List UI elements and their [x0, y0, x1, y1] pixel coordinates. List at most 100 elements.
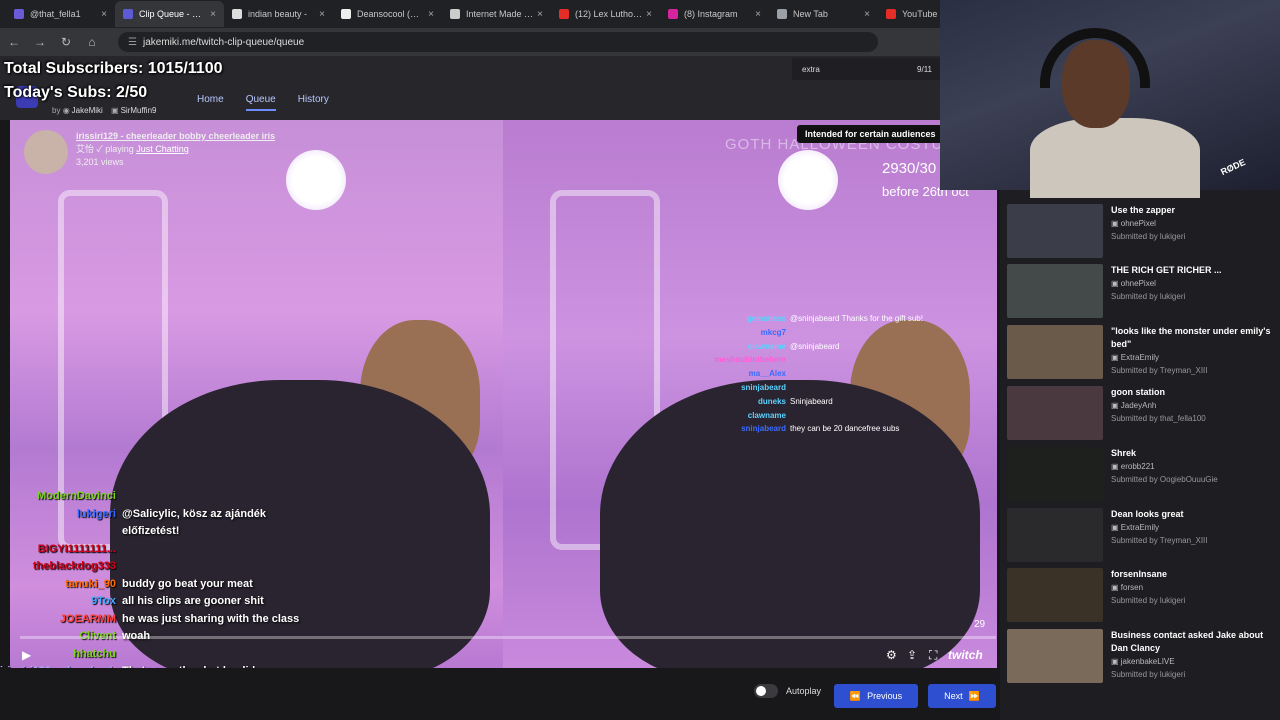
queue-thumbnail[interactable] [1007, 386, 1103, 440]
site-info-icon[interactable]: ☰ [128, 37, 137, 48]
back-icon[interactable]: ← [8, 35, 20, 49]
chat-text: buddy go beat your meat [122, 577, 253, 590]
channel-name[interactable]: 艾怡 [76, 144, 94, 154]
share-icon[interactable]: ⇪ [907, 648, 917, 662]
channel-text: ExtraEmily [1120, 353, 1160, 362]
queue-item[interactable]: Business contact asked Jake about Dan Cl… [1007, 629, 1272, 685]
clip-chat-message: clawname @sninjabeard [700, 340, 960, 354]
browser-tab[interactable]: (12) Lex Luthor's × [551, 1, 660, 27]
clip-chat-text: @sninjabeard [790, 341, 840, 351]
settings-icon[interactable]: ⚙ [886, 648, 897, 662]
browser-tab[interactable]: New Tab × [769, 1, 878, 27]
queue-item[interactable]: Dean looks great ▣ ExtraEmily Submitted by… [1007, 508, 1272, 564]
author-sirmuffin[interactable]: SirMuffin9 [121, 106, 157, 115]
nav-home[interactable]: Home [197, 94, 224, 111]
queue-item[interactable]: THE RICH GET RICHER ... ▣ ohnePixel Submit… [1007, 264, 1272, 320]
tab-favicon-icon [886, 9, 896, 19]
chat-message: theblackdog333 [0, 558, 310, 576]
clip-chat: gemsness @sninjabeard Thanks for the gift… [700, 312, 960, 436]
chat-username[interactable]: theblackdog333 [0, 558, 122, 576]
author-jakemiki[interactable]: JakeMiki [72, 106, 103, 115]
queue-item-submitter: Submitted by OogiebOuuuGie [1111, 475, 1218, 484]
clip-chat-username: clawname [747, 410, 786, 420]
queue-item[interactable]: forsenInsane ▣ forsen Submitted by lukiger… [1007, 568, 1272, 624]
browser-tab[interactable]: Internet Made Co × [442, 1, 551, 27]
autoplay-toggle[interactable] [754, 684, 778, 698]
browser-tab[interactable]: Clip Queue - Ope × [115, 1, 224, 27]
queue-item-text: Shrek ▣ erobb221 Submitted by OogiebOuuuGi… [1111, 447, 1272, 503]
clip-chat-username: duneks [757, 396, 786, 406]
queue-item-title: forsenInsane [1111, 569, 1168, 579]
twitch-logo[interactable]: twitch [948, 648, 983, 662]
queue-thumbnail[interactable] [1007, 508, 1103, 562]
play-icon[interactable]: ▶ [22, 648, 31, 662]
queue-thumbnail[interactable] [1007, 264, 1103, 318]
chat-username[interactable]: tanuki_90 [0, 576, 122, 594]
tab-close-icon[interactable]: × [428, 9, 434, 20]
clip-overlay-line2: 2930/30 [882, 160, 937, 177]
clip-seconds: 29 [974, 619, 986, 630]
tab-favicon-icon [777, 9, 787, 19]
address-bar[interactable]: ☰ jakemiki.me/twitch-clip-queue/queue [118, 32, 878, 52]
tab-close-icon[interactable]: × [755, 9, 761, 20]
tab-close-icon[interactable]: × [537, 9, 543, 20]
tab-close-icon[interactable]: × [101, 9, 107, 20]
queue-thumbnail[interactable] [1007, 629, 1103, 683]
channel-text: ohnePixel [1120, 279, 1156, 288]
tab-title: Internet Made Co [466, 9, 534, 19]
broadcaster-avatar[interactable] [24, 130, 68, 174]
browser-tab[interactable]: Deansocool (@D × [333, 1, 442, 27]
tab-close-icon[interactable]: × [319, 9, 325, 20]
reload-icon[interactable]: ↻ [60, 35, 72, 49]
queue-item[interactable]: Use the zapper ▣ ohnePixel Submitted by lu… [1007, 204, 1272, 260]
chat-username[interactable]: BIGYI1111111... [0, 541, 122, 559]
chat-username[interactable]: lukigeri [0, 506, 122, 541]
channel-text: ExtraEmily [1120, 523, 1160, 532]
clip-title[interactable]: irissiri129 - cheerleader bobby cheerlea… [76, 130, 275, 143]
tab-close-icon[interactable]: × [210, 9, 216, 20]
find-in-page[interactable]: extra 9/11 [792, 58, 942, 80]
queue-item-text: THE RICH GET RICHER ... ▣ ohnePixel Submit… [1111, 264, 1272, 320]
queue-item-channel: ▣ ohnePixel [1111, 279, 1156, 288]
queue-item-channel: ▣ ExtraEmily [1111, 523, 1160, 532]
chat-username[interactable]: ModernDavinci [0, 488, 122, 506]
clip-meta: irissiri129 - cheerleader bobby cheerlea… [76, 130, 276, 167]
lamp-right [778, 150, 838, 210]
audience-notice: Intended for certain audiences [797, 125, 944, 143]
category-link[interactable]: Just Chatting [136, 144, 189, 154]
nav-history[interactable]: History [298, 94, 329, 111]
queue-item-text: Business contact asked Jake about Dan Cl… [1111, 629, 1272, 685]
queue-item-submitter: Submitted by lukigeri [1111, 292, 1186, 301]
home-icon[interactable]: ⌂ [86, 35, 98, 49]
tab-close-icon[interactable]: × [864, 9, 870, 20]
browser-tab[interactable]: (8) Instagram × [660, 1, 769, 27]
chat-username[interactable]: JOEARMM [0, 611, 122, 629]
queue-item[interactable]: goon station ▣ JadeyAnh Submitted by that_… [1007, 386, 1272, 442]
queue-item-channel: ▣ erobb221 [1111, 462, 1155, 471]
chat-username[interactable]: 9Tox [0, 593, 122, 611]
browser-tab[interactable]: indian beauty - × [224, 1, 333, 27]
tab-close-icon[interactable]: × [646, 9, 652, 20]
queue-thumbnail[interactable] [1007, 568, 1103, 622]
queue-thumbnail[interactable] [1007, 325, 1103, 379]
queue-thumbnail[interactable] [1007, 447, 1103, 501]
clip-chat-username: sninjabeard [741, 424, 786, 434]
total-subs-overlay: Total Subscribers: 1015/1100 [4, 60, 223, 77]
tab-title: (8) Instagram [684, 9, 738, 19]
queue-item[interactable]: "looks like the monster under emily's be… [1007, 325, 1272, 381]
clip-chat-message: sninjabeard [700, 381, 960, 395]
forward-icon[interactable]: → [34, 35, 46, 49]
next-button[interactable]: Next ⏩ [928, 684, 996, 708]
queue-item-text: Dean looks great ▣ ExtraEmily Submitted by… [1111, 508, 1272, 564]
chat-username[interactable]: hhatchu [0, 646, 122, 664]
previous-button[interactable]: ⏪ Previous [834, 684, 918, 708]
nav-queue[interactable]: Queue [245, 94, 276, 111]
queue-item[interactable]: Shrek ▣ erobb221 Submitted by OogiebOuuuGi… [1007, 447, 1272, 503]
clip-chat-text [790, 326, 960, 340]
toggle-knob [756, 686, 766, 696]
progress-bar[interactable] [20, 636, 996, 639]
browser-tab[interactable]: @that_fella1 × [6, 1, 115, 27]
fullscreen-icon[interactable]: ⛶ [929, 648, 937, 663]
queue-item-channel: ▣ forsen [1111, 583, 1144, 592]
queue-thumbnail[interactable] [1007, 204, 1103, 258]
